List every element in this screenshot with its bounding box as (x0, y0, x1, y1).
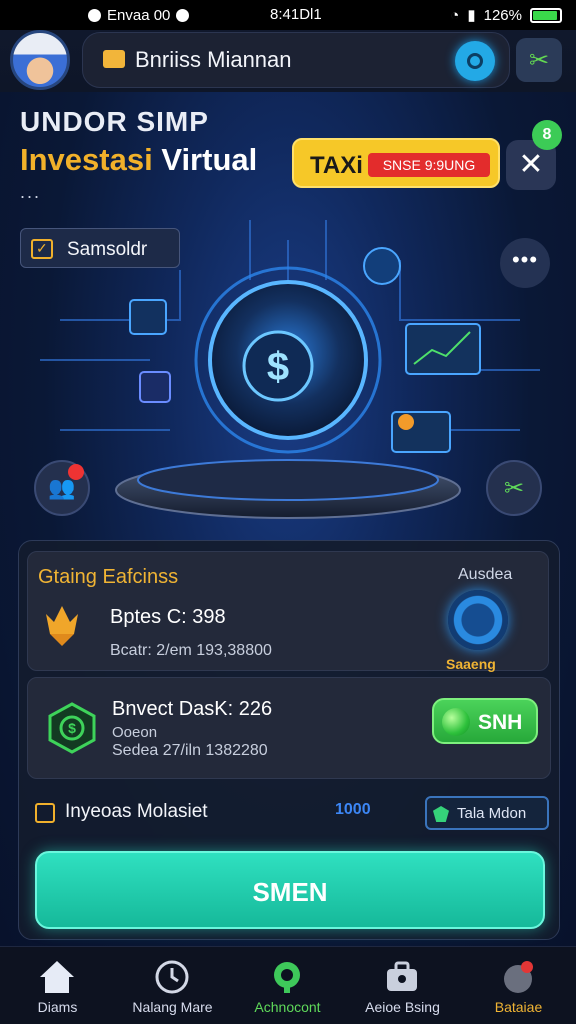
promo-label: SNSE 9:9UNG (368, 153, 490, 177)
profile-icon (504, 961, 533, 993)
nav-item-support[interactable]: Achnocont (230, 947, 345, 1024)
hero-title-part2: Virtual (161, 142, 258, 177)
invest-card[interactable]: $ Bnvect DasK: 226 Ooeon Sedea 27/iln 13… (27, 677, 551, 779)
app-header: Bnriiss Miannan ✂ (0, 30, 576, 92)
checkbox-icon[interactable] (35, 803, 55, 823)
snh-button[interactable]: SNH (432, 698, 538, 744)
nav-label: Aeioe Bsing (365, 999, 440, 1015)
header-title: Bnriiss Miannan (135, 47, 292, 72)
battery-icon (530, 7, 562, 23)
chat-icon (176, 8, 190, 22)
status-bar: Envaa 00 8:41Dl1 ◔ ▮ 126% (0, 0, 576, 30)
header-title-pill[interactable]: Bnriiss Miannan (82, 32, 510, 88)
status-left: Envaa 00 (88, 6, 190, 24)
wrench-icon: ✂ (503, 474, 525, 502)
shield-dollar-icon: $ (48, 702, 96, 754)
balance-sub: Bcatr: 2/em 193,38800 (110, 642, 272, 659)
primary-cta-button[interactable]: SMEN (35, 851, 545, 929)
bottom-nav: Diams Nalang Mare Achnocont Aeioe Bsing … (0, 946, 576, 1024)
tala-button-label: Tala Mdon (457, 805, 527, 822)
gear-label: Saaeng (446, 656, 496, 672)
briefcase-icon (387, 961, 417, 991)
balance-main: Bptes C: 398 (110, 606, 226, 628)
gear-icon[interactable] (448, 590, 508, 650)
battery-text: 126% (483, 6, 522, 24)
nav-label: Bataiae (494, 999, 543, 1015)
clock-icon (363, 247, 401, 285)
gear-icon (467, 53, 483, 69)
avatar[interactable] (10, 30, 70, 90)
tools-icon: ✂ (528, 46, 550, 74)
briefcase-icon (103, 50, 125, 68)
nav-item-clock[interactable]: Nalang Mare (115, 947, 230, 1024)
option-label: Inyeoas Molasiet (65, 801, 208, 822)
signal-icon: ▮ (467, 7, 476, 24)
headset-icon (274, 962, 300, 993)
nav-label: Diams (37, 999, 78, 1015)
hero-title: Investasi Virtual (20, 142, 257, 178)
notification-icon (88, 8, 101, 22)
invest-main: Bnvect DasK: 226 (112, 698, 273, 720)
invest-sub1: Ooeon (112, 724, 158, 741)
svg-text:$: $ (68, 720, 76, 736)
users-badge (68, 464, 84, 480)
balance-card-title: Gtaing Eafcinss (38, 566, 179, 588)
nav-item-business[interactable]: Aeioe Bsing (345, 947, 460, 1024)
nav-item-home[interactable]: Diams (0, 947, 115, 1024)
cube-icon (139, 371, 171, 403)
option-value: 1000 (335, 801, 371, 818)
notification-badge: 8 (532, 120, 562, 150)
clock-icon (155, 960, 189, 994)
tala-button[interactable]: Tala Mdon (425, 796, 549, 830)
chart-widget (405, 323, 481, 375)
crown-icon (46, 606, 78, 646)
hero-title-part1: Investasi (20, 142, 153, 177)
document-icon (129, 299, 167, 335)
nav-item-profile[interactable]: Bataiae (461, 947, 576, 1024)
promo-banner[interactable]: TAXi SNSE 9:9UNG (292, 138, 500, 188)
coin-small-icon (398, 414, 414, 430)
home-icon (40, 961, 74, 993)
green-orb-icon (442, 708, 470, 736)
wrench-button[interactable]: ✂ (486, 460, 542, 516)
promo-tag: TAXi (310, 152, 363, 179)
settings-button[interactable] (455, 41, 495, 81)
invest-sub2: Sedea 27/iln 1382280 (112, 742, 268, 759)
balance-card[interactable]: Gtaing Eafcinss Ausdea Bptes C: 398 Bcat… (27, 551, 549, 672)
snh-button-label: SNH (478, 711, 523, 734)
dollar-icon: $ (267, 345, 289, 389)
primary-cta-label: SMEN (252, 877, 328, 907)
hero-kicker: UNDOR SIMP (20, 106, 209, 137)
status-left-text: Envaa 00 (107, 6, 171, 24)
tools-button[interactable]: ✂ (516, 38, 562, 82)
balance-card-right-label: Ausdea (458, 566, 513, 583)
app-screen: Envaa 00 8:41Dl1 ◔ ▮ 126% Bnriiss Mianna… (0, 0, 576, 1024)
shield-icon (433, 806, 449, 822)
nav-label: Nalang Mare (132, 999, 213, 1015)
nav-label: Achnocont (254, 999, 321, 1015)
status-right: ◔ ▮ 126% (450, 6, 562, 24)
status-time: 8:41Dl1 (270, 6, 322, 23)
platform-top (137, 459, 439, 501)
wifi-icon: ◔ (450, 6, 460, 24)
users-button[interactable]: 👥 (34, 460, 90, 516)
info-panel: Gtaing Eafcinss Ausdea Bptes C: 398 Bcat… (18, 540, 560, 940)
